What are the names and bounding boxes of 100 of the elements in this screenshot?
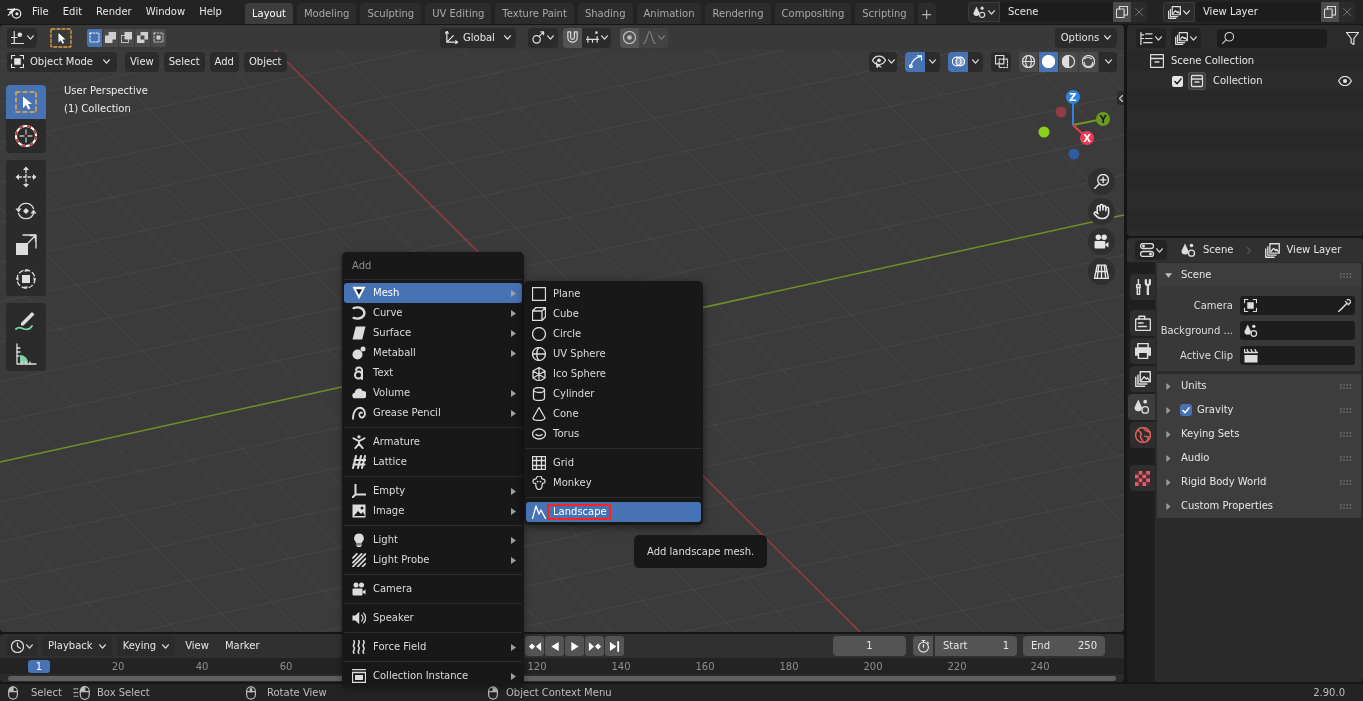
properties-tab[interactable] [1128,394,1155,420]
tree-item-label[interactable]: Collection [1213,75,1263,87]
snap-element-dropdown[interactable] [582,27,611,48]
object-field[interactable] [1240,346,1355,365]
select-mode-button[interactable] [135,28,150,47]
axis-handle[interactable]: Z [1066,90,1080,126]
menu-item[interactable]: Grease Pencil [344,403,522,423]
menu-item[interactable]: Speaker [344,608,522,628]
shading-mode-button[interactable] [1019,51,1038,72]
pivot-dropdown[interactable] [7,27,37,48]
select-mode-button[interactable] [119,28,134,47]
workspace-tab[interactable]: Compositing [774,3,852,24]
menu-item[interactable]: Lattice [344,452,522,472]
scene-name-field[interactable]: Scene [1000,2,1113,22]
previous-keyframe-button[interactable] [525,636,544,656]
view-layer-dropdown[interactable] [1163,2,1195,22]
overlay-dropdown[interactable] [968,51,983,72]
menu-item[interactable]: Monkey [526,473,701,493]
options-dropdown[interactable]: Options [1055,27,1117,48]
menu-item[interactable]: Cylinder [526,384,701,404]
workspace-tab[interactable]: Layout [244,3,293,24]
view-layer-mode-dropdown[interactable] [1171,28,1201,48]
eyedropper-icon[interactable] [1338,299,1351,312]
start-frame-field[interactable]: Start 1 [935,636,1017,656]
add-workspace-button[interactable]: + [917,3,936,24]
negative-axis-handle[interactable] [1038,126,1050,138]
menu-button[interactable]: Edit [55,2,90,22]
jump-to-end-button[interactable] [605,636,624,656]
properties-tab[interactable] [1130,366,1155,392]
header-menu-button[interactable]: Object [243,51,287,72]
menu-item[interactable]: Volume [344,383,522,403]
menu-item[interactable]: Metaball [344,343,522,363]
overlay-toggle[interactable] [948,51,968,72]
negative-axis-handle[interactable] [1055,106,1067,118]
panel-header[interactable]: Gravity [1157,398,1361,422]
menu-item[interactable]: Camera [344,579,522,599]
axis-handle[interactable]: X [1072,124,1094,145]
falloff-dropdown[interactable] [639,27,668,48]
panel-header[interactable]: Rigid Body World [1157,470,1361,494]
scene-dropdown[interactable] [968,2,1000,22]
object-field[interactable] [1240,296,1355,315]
shading-mode-button[interactable] [1079,51,1098,72]
object-field[interactable] [1240,321,1355,340]
editor-type-dropdown[interactable] [1135,240,1167,260]
shading-dropdown[interactable] [1099,51,1117,72]
proportional-toggle[interactable] [620,27,639,48]
workspace-tab[interactable]: Scripting [855,3,914,24]
workspace-tab[interactable]: Sculpting [360,3,422,24]
mode-dropdown[interactable]: Object Mode [7,51,117,72]
snap-toggle[interactable] [563,27,582,48]
menu-item[interactable]: Light Probe [344,550,522,570]
workspace-tab[interactable]: Animation [636,3,702,24]
menu-button[interactable]: Help [192,2,229,22]
negative-axis-handle[interactable] [1068,148,1080,160]
close-button[interactable] [1339,2,1355,22]
menu-item[interactable]: Collection Instance [344,666,522,686]
workspace-tab[interactable]: Texture Paint [495,3,574,24]
timeline-dropdown[interactable]: Playback [42,636,112,656]
menu-item[interactable]: Force Field [344,637,522,657]
menu-item[interactable]: Cone [526,404,701,424]
shading-mode-button[interactable] [1039,51,1058,72]
ortho-toggle-button[interactable] [1088,258,1115,285]
menu-item[interactable]: UV Sphere [526,344,701,364]
panel-header[interactable]: Scene [1157,263,1361,287]
properties-tab[interactable] [1130,338,1155,364]
workspace-tab[interactable]: Shading [577,3,633,24]
workspace-tab[interactable]: Modeling [296,3,357,24]
sidebar-toggle-button[interactable] [1117,91,1124,105]
camera-view-button[interactable] [1088,228,1115,255]
current-frame-field[interactable]: 1 [833,636,906,656]
overlay-dropdown[interactable] [925,51,940,72]
workspace-tab[interactable]: UV Editing [425,3,492,24]
menu-button[interactable]: Window [138,2,193,22]
select-mode-button[interactable] [151,28,166,47]
menu-item[interactable]: Text [344,363,522,383]
select-mode-button[interactable] [87,28,102,47]
playhead-marker[interactable]: 1 [28,660,50,673]
header-menu-button[interactable]: Add [209,51,239,72]
filter-icon[interactable] [1346,31,1359,45]
menu-item[interactable]: Torus [526,424,701,444]
timeline-menu-button[interactable]: Marker [218,636,266,656]
checkbox[interactable] [1172,75,1183,87]
menu-item[interactable]: Armature [344,432,522,452]
workspace-tab[interactable]: Rendering [705,3,771,24]
menu-item[interactable]: Light [344,530,522,550]
menu-item[interactable]: Circle [526,324,701,344]
snap-target-dropdown[interactable] [528,27,558,48]
copy-button[interactable] [1321,2,1339,22]
menu-item[interactable]: Grid [526,453,701,473]
auto-keying-toggle[interactable] [913,636,933,656]
search-field[interactable] [1217,28,1327,48]
next-keyframe-button[interactable] [585,636,604,656]
display-mode-dropdown[interactable] [1136,28,1166,48]
copy-button[interactable] [1113,2,1131,22]
panel-header[interactable]: Audio [1157,446,1361,470]
select-mode-button[interactable] [103,28,118,47]
panel-header[interactable]: Units [1157,374,1361,398]
overlay-toggle[interactable] [905,51,925,72]
header-menu-button[interactable]: View [125,51,159,72]
properties-tab[interactable] [1130,310,1155,336]
